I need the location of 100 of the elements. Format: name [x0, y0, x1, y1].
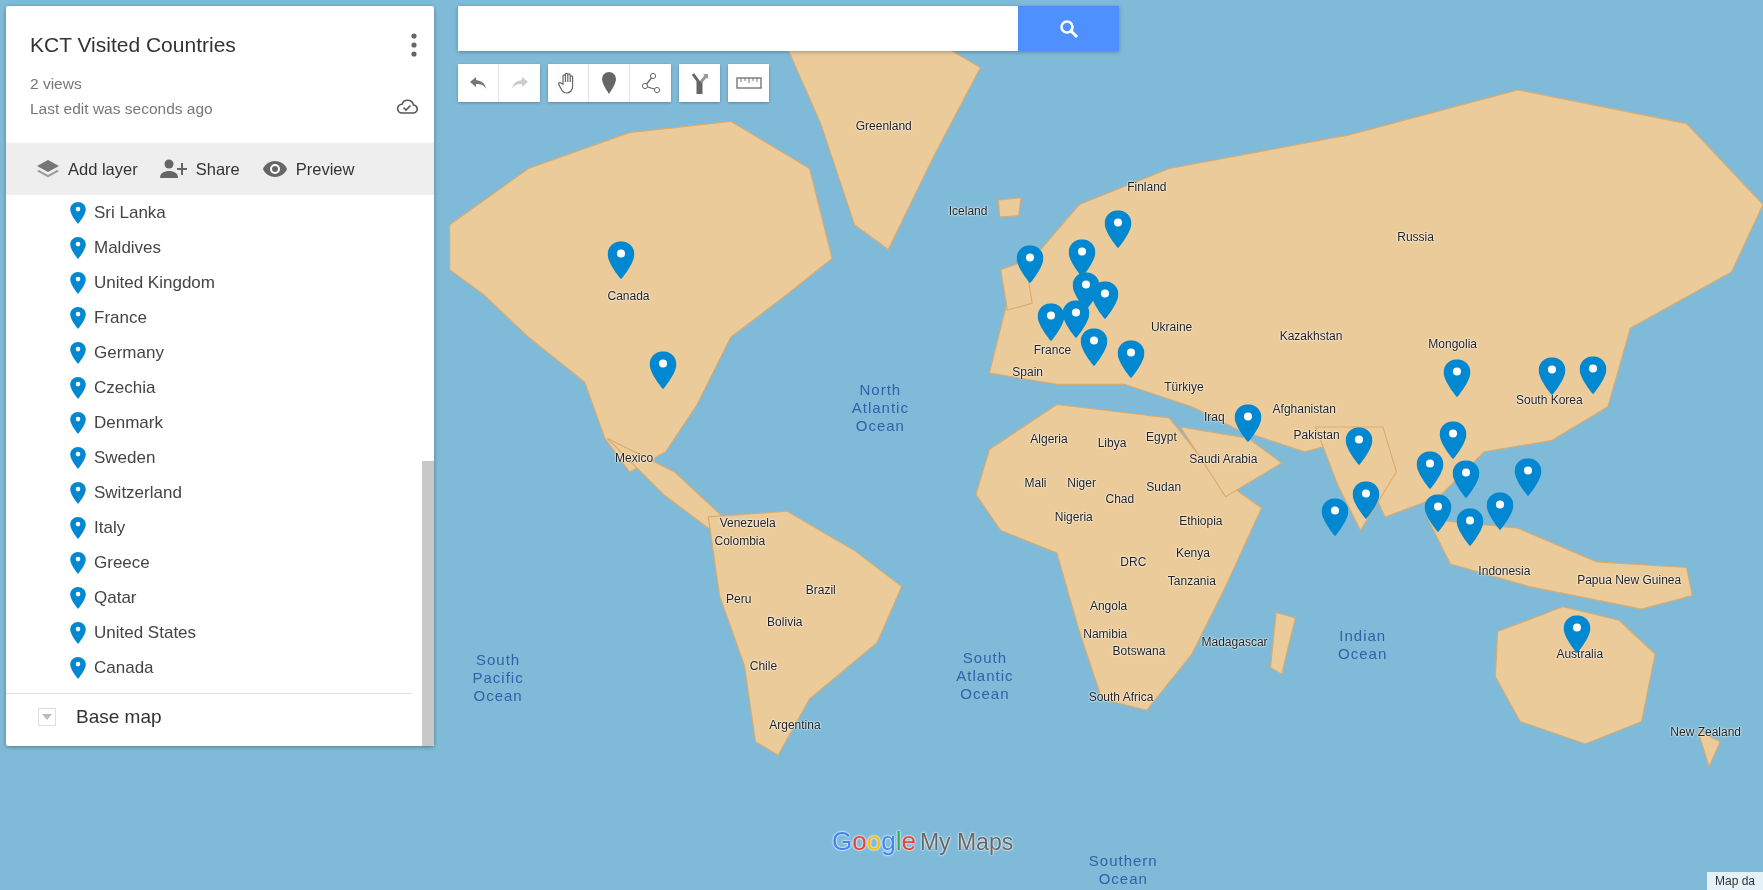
hand-tool-button[interactable]	[548, 64, 589, 102]
pin-icon	[70, 376, 86, 399]
directions-button[interactable]	[679, 64, 720, 102]
map-pin-icon[interactable]	[1345, 426, 1373, 465]
place-name[interactable]: Italy	[94, 517, 126, 538]
iceland-landmass	[997, 197, 1022, 218]
undo-button[interactable]	[458, 64, 499, 102]
country-label: Chad	[1105, 492, 1135, 507]
map-pin-icon[interactable]	[1443, 359, 1471, 398]
map-title: KCT Visited Countries	[30, 32, 237, 57]
place-name[interactable]: Maldives	[94, 237, 162, 258]
map-pin-icon[interactable]	[1579, 356, 1607, 395]
line-icon	[639, 72, 662, 94]
country-label: Afghanistan	[1272, 402, 1336, 417]
ocean-label: South Atlantic Ocean	[955, 648, 1015, 703]
pin-icon	[70, 411, 86, 434]
map-attribution: Map da	[1706, 872, 1763, 890]
eye-icon	[261, 160, 288, 178]
country-label: Bolivia	[767, 614, 803, 629]
place-name[interactable]: France	[94, 307, 147, 328]
map-pin-icon[interactable]	[1456, 507, 1484, 546]
search-field[interactable]	[458, 6, 1018, 51]
pin-icon	[70, 341, 86, 364]
preview-button[interactable]: Preview	[255, 155, 361, 183]
country-label: Canada	[607, 288, 650, 303]
country-label: Ukraine	[1150, 320, 1193, 335]
scrollbar[interactable]	[422, 461, 434, 746]
search-button[interactable]	[1018, 6, 1119, 51]
map-pin-icon[interactable]	[1452, 460, 1480, 499]
pin-icon	[70, 516, 86, 539]
country-label: Saudi Arabia	[1189, 451, 1258, 466]
country-label: Angola	[1089, 599, 1128, 614]
place-name[interactable]: United States	[94, 622, 197, 643]
map-pin-icon[interactable]	[1080, 328, 1108, 366]
ocean-label: North Atlantic Ocean	[850, 381, 910, 436]
map-pin-icon[interactable]	[1424, 494, 1452, 533]
pin-icon	[70, 481, 86, 504]
place-name[interactable]: Greece	[94, 552, 150, 573]
map-pin-icon[interactable]	[649, 351, 677, 390]
base-map-label: Base map	[76, 706, 162, 728]
map-pin-icon[interactable]	[1104, 209, 1132, 248]
country-label: Niger	[1067, 476, 1096, 491]
country-label: Iceland	[948, 204, 988, 219]
draw-line-button[interactable]	[630, 64, 671, 102]
map-pin-icon[interactable]	[1416, 451, 1444, 490]
add-person-icon	[159, 159, 188, 179]
map-pin-icon[interactable]	[1062, 299, 1090, 338]
country-label: Colombia	[714, 533, 766, 548]
country-label: Indonesia	[1478, 564, 1531, 579]
map-pin-icon[interactable]	[1486, 492, 1514, 531]
measure-button[interactable]	[728, 64, 769, 102]
place-name[interactable]: Canada	[94, 657, 154, 678]
map-pin-icon[interactable]	[1117, 340, 1145, 379]
country-label: Kazakhstan	[1279, 329, 1343, 344]
map-pin-icon[interactable]	[1352, 480, 1380, 519]
place-name[interactable]: Switzerland	[94, 482, 182, 503]
pin-icon	[70, 621, 86, 644]
more-options-icon[interactable]	[410, 33, 418, 57]
pin-icon	[70, 201, 86, 224]
country-label: Kenya	[1175, 546, 1210, 561]
country-label: Spain	[1012, 365, 1043, 380]
view-count: 2 views	[30, 74, 83, 94]
marker-icon	[602, 72, 616, 94]
share-button[interactable]: Share	[153, 155, 246, 183]
country-label: Chile	[749, 658, 778, 673]
country-label: New Zealand	[1670, 724, 1741, 739]
country-label: Tanzania	[1167, 574, 1216, 589]
country-label: Mali	[1024, 476, 1047, 491]
country-label: Russia	[1397, 230, 1434, 245]
map-pin-icon[interactable]	[1439, 421, 1467, 460]
country-label: Algeria	[1030, 431, 1068, 446]
map-pin-icon[interactable]	[1016, 244, 1044, 283]
country-label: Libya	[1097, 436, 1127, 450]
map-pin-icon[interactable]	[1514, 458, 1542, 497]
country-label: DRC	[1120, 555, 1147, 570]
map-pin-icon[interactable]	[1321, 497, 1349, 536]
place-name[interactable]: Czechia	[94, 377, 156, 398]
map-pin-icon[interactable]	[607, 241, 635, 280]
country-label: France	[1033, 342, 1072, 357]
place-name[interactable]: Qatar	[94, 587, 137, 608]
map-pin-icon[interactable]	[1091, 280, 1119, 319]
country-label: Venezuela	[719, 515, 776, 530]
country-label: Sudan	[1146, 479, 1182, 494]
map-pin-icon[interactable]	[1538, 357, 1566, 396]
map-pin-icon[interactable]	[1037, 303, 1065, 342]
place-name[interactable]: Germany	[94, 342, 164, 363]
add-marker-button[interactable]	[589, 64, 630, 102]
pin-icon	[70, 446, 86, 469]
layer-button[interactable]: Add layer	[30, 154, 144, 184]
place-name[interactable]: Sri Lanka	[94, 202, 166, 223]
place-name[interactable]: United Kingdom	[94, 272, 215, 293]
country-label: Madagascar	[1201, 635, 1268, 649]
ruler-icon	[735, 77, 762, 89]
place-name[interactable]: Denmark	[94, 412, 163, 433]
expand-toggle[interactable]	[38, 708, 56, 726]
country-label: Mexico	[615, 450, 654, 465]
place-name[interactable]: Sweden	[94, 447, 156, 468]
map-pin-icon[interactable]	[1234, 404, 1262, 443]
redo-icon	[509, 75, 530, 91]
pin-icon	[70, 656, 86, 679]
